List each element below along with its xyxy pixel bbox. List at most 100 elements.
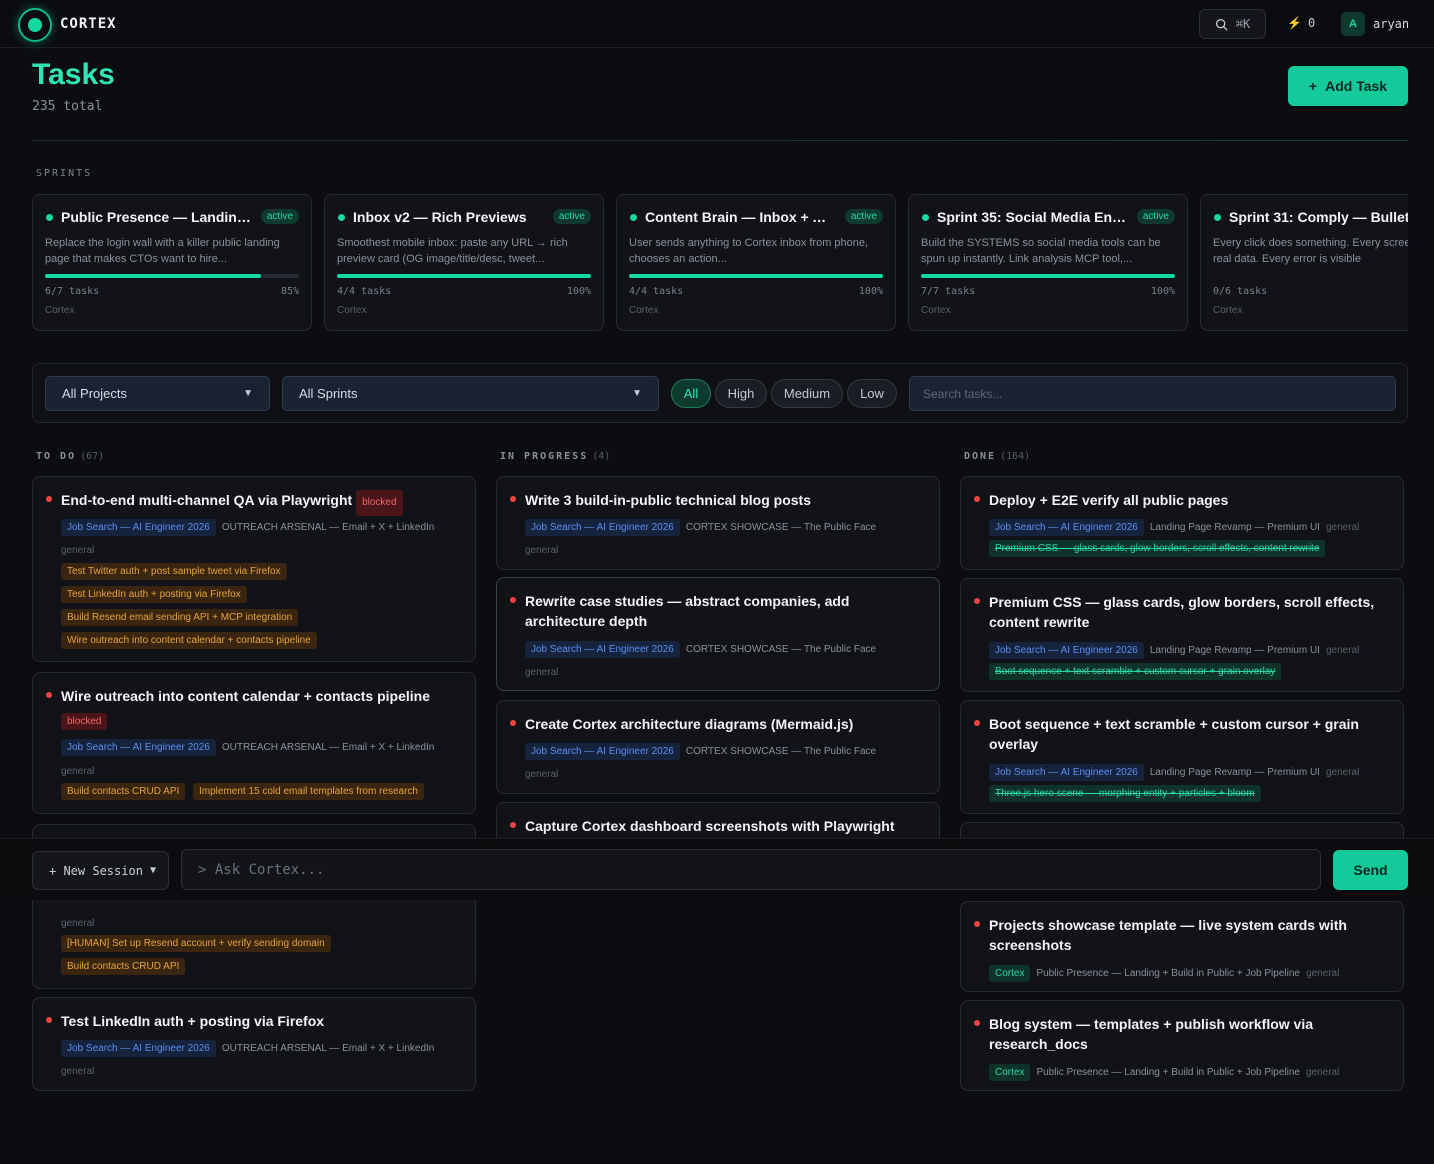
dependency-tag[interactable]: Three.js hero scene — morphing entity + … (989, 785, 1261, 802)
priority-dot (510, 597, 516, 603)
task-card[interactable]: Projects showcase template — live system… (960, 901, 1404, 992)
sprint-status-dot (1214, 214, 1221, 221)
sprint-carousel[interactable]: Public Presence — Landing Page active Re… (32, 194, 1408, 332)
project-tag: Job Search — AI Engineer 2026 (525, 743, 680, 760)
task-card[interactable]: Test LinkedIn auth + posting via Firefox… (32, 997, 476, 1091)
task-card[interactable]: Create Cortex architecture diagrams (Mer… (496, 700, 940, 794)
dependency-tag[interactable]: Implement 15 cold email templates from r… (193, 783, 424, 800)
priority-filter-medium[interactable]: Medium (771, 379, 843, 408)
column-header-done: DONE (164) (964, 451, 1031, 462)
priority-dot (974, 720, 980, 726)
add-task-button[interactable]: + Add Task (1288, 66, 1408, 106)
sprint-title: Content Brain — Inbox + Actions (645, 209, 835, 225)
dependency-tag[interactable]: Test LinkedIn auth + posting via Firefox (61, 586, 247, 603)
task-tags: Job Search — AI Engineer 2026 CORTEX SHOW… (525, 639, 876, 658)
dependency-tag[interactable]: Premium CSS — glass cards, glow borders,… (989, 540, 1326, 557)
chevron-down-icon: ▼ (243, 388, 253, 399)
task-title: Capture Cortex dashboard screenshots wit… (525, 818, 895, 834)
command-search-button[interactable]: ⌘K (1199, 9, 1266, 39)
task-category: general (525, 545, 559, 556)
energy-counter[interactable]: ⚡ 0 (1287, 16, 1315, 30)
task-card[interactable]: Wire outreach into content calendar + co… (32, 672, 476, 814)
sprint-project: Cortex (337, 305, 367, 316)
sprint-status-badge: active (260, 209, 299, 224)
project-select[interactable]: All Projects ▼ (45, 376, 270, 411)
priority-filter-high[interactable]: High (715, 379, 767, 408)
username[interactable]: aryan (1373, 17, 1409, 31)
sprint-progress-bar (337, 274, 591, 278)
dependency-tag[interactable]: [HUMAN] Set up Resend account + verify s… (61, 935, 331, 952)
sprint-description: Build the SYSTEMS so social media tools … (921, 237, 1161, 265)
sprint-task-count: 4/4 tasks (337, 286, 392, 297)
sprint-progress-bar (45, 274, 299, 278)
task-card[interactable]: Premium CSS — glass cards, glow borders,… (960, 578, 1404, 692)
sprint-title: Sprint 35: Social Media Engine (937, 209, 1127, 225)
sprint-card[interactable]: Sprint 31: Comply — Bulletproof Every cl… (1200, 194, 1408, 331)
blocked-badge: blocked (356, 490, 403, 516)
sprint-select-value: All Sprints (299, 386, 358, 401)
task-card[interactable]: Rewrite case studies — abstract companie… (496, 577, 940, 691)
task-card[interactable]: Deploy + E2E verify all public pages Job… (960, 476, 1404, 570)
task-category: general (61, 1066, 95, 1077)
sprint-card[interactable]: Content Brain — Inbox + Actions active U… (616, 194, 896, 331)
dependency-tag[interactable]: Test Twitter auth + post sample tweet vi… (61, 563, 287, 580)
sprints-section-label: SPRINTS (36, 168, 93, 179)
column-header-todo: TO DO (67) (36, 451, 105, 462)
sprint-select[interactable]: All Sprints ▼ (282, 376, 659, 411)
project-tag: Job Search — AI Engineer 2026 (61, 519, 216, 536)
sprint-title: Inbox v2 — Rich Previews (353, 209, 527, 225)
task-card[interactable]: Write 3 build-in-public technical blog p… (496, 476, 940, 570)
ask-cortex-input[interactable]: > Ask Cortex... (181, 849, 1321, 890)
task-category: general (1305, 968, 1340, 979)
send-button[interactable]: Send (1333, 850, 1408, 890)
task-card[interactable]: Boot sequence + text scramble + custom c… (960, 700, 1404, 814)
filter-bar: All Projects ▼ All Sprints ▼ All High Me… (32, 363, 1408, 423)
avatar[interactable]: A (1341, 12, 1365, 36)
task-title: Write 3 build-in-public technical blog p… (525, 492, 811, 508)
dependency-tag[interactable]: Wire outreach into content calendar + co… (61, 632, 317, 649)
sprint-name: CORTEX SHOWCASE — The Public Face (685, 522, 877, 533)
dependency-tag[interactable]: Boot sequence + text scramble + custom c… (989, 663, 1282, 680)
priority-filter-low[interactable]: Low (847, 379, 897, 408)
task-title: Projects showcase template — live system… (989, 917, 1347, 953)
sprint-card[interactable]: Inbox v2 — Rich Previews active Smoothes… (324, 194, 604, 331)
chat-bar: + New Session ▼ > Ask Cortex... Send (0, 838, 1434, 900)
page-title: Tasks (32, 58, 115, 91)
task-tags: Job Search — AI Engineer 2026 OUTREACH AR… (61, 517, 434, 536)
task-card[interactable]: End-to-end multi-channel QA via Playwrig… (32, 476, 476, 662)
dependency-tag[interactable]: Build Resend email sending API + MCP int… (61, 609, 299, 626)
search-shortcut: ⌘K (1235, 17, 1251, 31)
sprint-name: CORTEX SHOWCASE — The Public Face (685, 644, 877, 655)
priority-dot (974, 921, 980, 927)
dependency-tag[interactable]: Build contacts CRUD API (61, 783, 186, 800)
sprint-project: Cortex (921, 305, 951, 316)
task-tags: Job Search — AI Engineer 2026 CORTEX SHOW… (525, 517, 876, 536)
sprint-description: Replace the login wall with a killer pub… (45, 237, 280, 265)
chevron-down-icon: ▼ (149, 865, 156, 876)
sprint-name: Landing Page Revamp — Premium UI (1149, 522, 1320, 533)
session-select[interactable]: + New Session ▼ (32, 851, 169, 890)
sprint-card[interactable]: Public Presence — Landing Page active Re… (32, 194, 312, 331)
logo-icon[interactable] (18, 8, 52, 42)
search-tasks-input[interactable]: Search tasks... (909, 376, 1396, 411)
task-title: Test LinkedIn auth + posting via Firefox (61, 1013, 325, 1029)
sprint-title: Sprint 31: Comply — Bulletproof (1229, 209, 1408, 225)
project-tag: Cortex (989, 1064, 1031, 1081)
dependency-tag[interactable]: Build contacts CRUD API (61, 958, 186, 975)
sprint-status-dot (46, 214, 53, 221)
task-title: Rewrite case studies — abstract companie… (525, 593, 850, 629)
project-tag: Job Search — AI Engineer 2026 (989, 764, 1144, 781)
sprint-title: Public Presence — Landing Page (61, 209, 251, 225)
project-tag: Job Search — AI Engineer 2026 (989, 642, 1144, 659)
task-tags: Cortex Public Presence — Landing + Build … (989, 963, 1339, 982)
task-category: general (1325, 645, 1360, 656)
project-select-value: All Projects (62, 386, 128, 401)
brand-name[interactable]: CORTEX (60, 16, 117, 32)
project-tag: Job Search — AI Engineer 2026 (525, 641, 680, 658)
priority-dot (974, 1020, 980, 1026)
priority-filter-all[interactable]: All (671, 379, 711, 408)
sprint-status-dot (922, 214, 929, 221)
task-card[interactable]: Blog system — templates + publish workfl… (960, 1000, 1404, 1091)
project-tag: Job Search — AI Engineer 2026 (61, 1040, 216, 1057)
sprint-card[interactable]: Sprint 35: Social Media Engine active Bu… (908, 194, 1188, 331)
